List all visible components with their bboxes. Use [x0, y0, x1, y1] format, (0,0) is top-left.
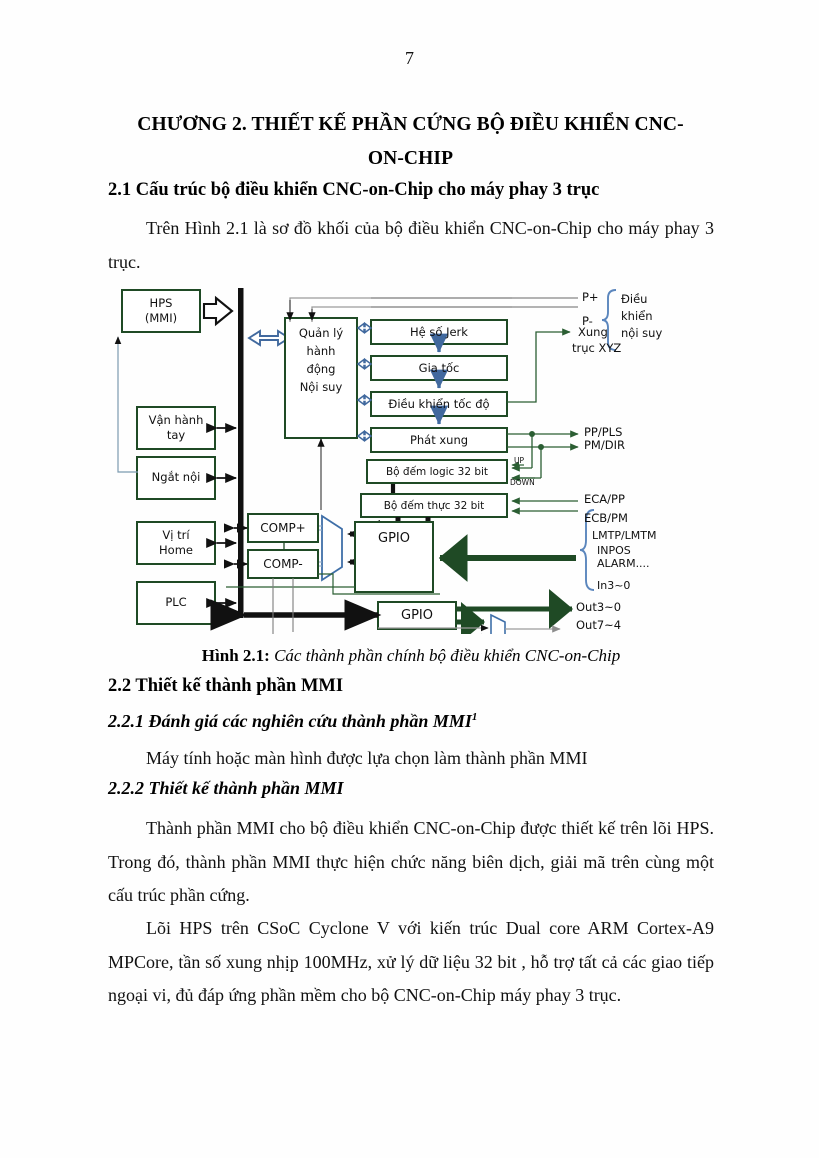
footnote-marker: 1 [471, 711, 478, 723]
label-vi-tri-line1: Vị trí [162, 528, 190, 542]
figure-caption-label: Hình 2.1: [201, 646, 270, 665]
feedback-line-hps [114, 336, 138, 473]
label-vi-tri-line2: Home [159, 543, 193, 557]
label-van-hanh-tay-line2: tay [166, 428, 186, 442]
output-mux [490, 613, 506, 634]
quanly-line4: Nội suy [299, 380, 343, 394]
label-van-hanh-tay-line1: Vận hành [148, 413, 204, 427]
heading-2-2-1-text: 2.2.1 Đánh giá các nghiên cứu thành phần… [108, 711, 472, 731]
label-van-hanh-tay: Vận hành tay [137, 413, 215, 443]
quanly-line1: Quản lý [298, 326, 344, 340]
quanly-line2: hành [306, 344, 336, 358]
paragraph-2-2-2-2: Lõi HPS trên CSoC Cyclone V với kiến trú… [108, 918, 714, 1005]
label-bo-dem-thuc: Bộ đếm thực 32 bit [383, 500, 485, 512]
label-dieu: Điều [621, 292, 648, 306]
label-hps: HPS (MMI) [122, 296, 200, 326]
label-inpos: INPOS [597, 544, 631, 557]
quanly-chain-connectors [356, 322, 373, 442]
heading-2-1: 2.1 Cấu trúc bộ điều khiển CNC-on-Chip c… [108, 180, 600, 200]
left-box-bus-connectors [206, 422, 238, 609]
label-hps-line2: (MMI) [144, 311, 178, 325]
system-bus [238, 288, 244, 618]
document-page: 7 CHƯƠNG 2. THIẾT KẾ PHẦN CỨNG BỘ ĐIỀU K… [0, 0, 819, 1158]
label-comp-plus: COMP+ [260, 521, 306, 535]
label-vi-tri-home: Vị trí Home [137, 528, 215, 558]
label-out7-4: Out7~4 [576, 618, 622, 632]
paragraph-2-2-2-1: Thành phần MMI cho bộ điều khiển CNC-on-… [108, 818, 714, 905]
heading-2-2: 2.2 Thiết kế thành phần MMI [108, 676, 344, 696]
label-down: DOWN [510, 478, 535, 487]
label-ngat-noi: Ngắt nội [151, 470, 201, 484]
label-p-plus: P+ [582, 290, 599, 304]
chapter-title-line1: CHƯƠNG 2. THIẾT KẾ PHẦN CỨNG BỘ ĐIỀU KHI… [137, 114, 684, 135]
label-truc-xyz: trục XYZ [572, 341, 622, 355]
label-khien: khiển [621, 309, 653, 323]
encoder-inputs [511, 497, 578, 515]
label-eca-pp: ECA/PP [584, 492, 625, 506]
label-plc: PLC [165, 595, 187, 609]
label-out3-0: Out3~0 [576, 600, 622, 614]
hps-bus-double-arrow [202, 295, 234, 327]
label-phat-xung: Phát xung [409, 433, 469, 447]
paragraph-2-1: Trên Hình 2.1 là sơ đồ khối của bộ điều … [108, 218, 714, 272]
phat-xung-outputs [507, 430, 579, 482]
heading-2-2-2: 2.2.2 Thiết kế thành phần MMI [108, 778, 344, 798]
label-up: UP [514, 456, 525, 465]
label-xung: Xung [578, 325, 608, 339]
label-comp-minus: COMP- [263, 557, 303, 571]
label-lmtp-lmtm: LMTP/LMTM [592, 529, 657, 542]
label-hps-line1: HPS [149, 296, 173, 310]
figure-caption-text: Các thành phần chính bộ điều khiển CNC-o… [274, 646, 621, 665]
bus-interpolator-blue-arrow [247, 329, 291, 347]
label-alarm: ALARM.... [597, 557, 650, 570]
label-ecb-pm: ECB/PM [584, 511, 628, 525]
label-noi-suy: nội suy [621, 326, 663, 340]
label-bo-dem-logic: Bộ đếm logic 32 bit [385, 466, 489, 478]
paragraph-2-2-1: Máy tính hoặc màn hình được lựa chọn làm… [146, 748, 588, 768]
label-gpio-input: GPIO [378, 531, 410, 546]
label-gia-toc: Gia tốc [418, 361, 460, 375]
heading-2-2-1: 2.2.1 Đánh giá các nghiên cứu thành phần… [108, 711, 477, 732]
mux-selector [321, 514, 343, 582]
label-in3-0: In3~0 [597, 579, 631, 592]
chapter-title: CHƯƠNG 2. THIẾT KẾ PHẦN CỨNG BỘ ĐIỀU KHI… [108, 108, 713, 176]
speed-to-xung-line [507, 328, 571, 403]
label-gpio-output: GPIO [401, 608, 433, 623]
page-number: 7 [405, 48, 414, 68]
quanly-line3: động [306, 362, 336, 376]
figure-caption: Hình 2.1: Các thành phần chính bộ điều k… [108, 646, 714, 666]
label-quan-ly-hanh-dong-noi-suy: Quản lý hành động Nội suy [285, 324, 357, 396]
figure-block-diagram: HPS (MMI) Vận hành tay Ngắt nội Vị trí H… [108, 282, 714, 634]
chapter-title-line2: ON-CHIP [367, 148, 454, 169]
label-he-so-jerk: Hệ số Jerk [410, 325, 468, 339]
label-dieu-khien-toc-do: Điều khiển tốc độ [388, 397, 490, 411]
label-pm-dir: PM/DIR [584, 438, 625, 452]
